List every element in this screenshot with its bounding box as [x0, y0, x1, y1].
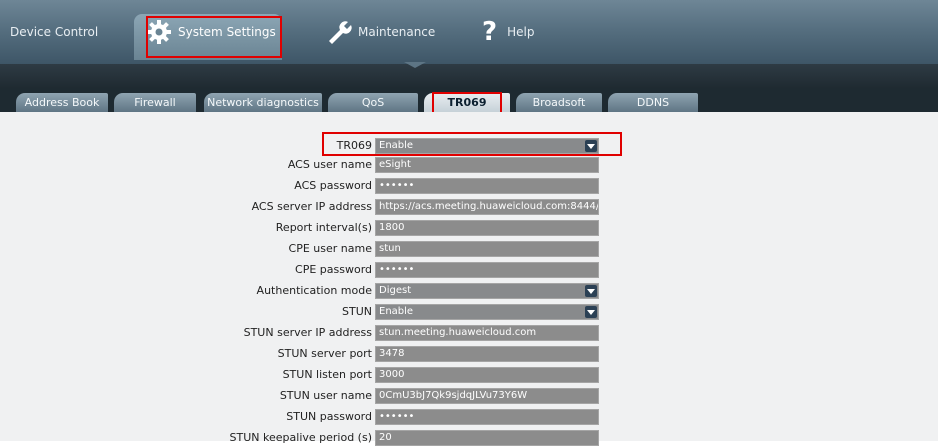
- chevron-down-icon: [585, 306, 597, 318]
- stun-password-label: STUN password: [286, 410, 372, 423]
- acs-user-name-input[interactable]: eSight: [375, 157, 599, 173]
- top-nav-bar: Device Control System Settings Maintenan…: [0, 0, 938, 64]
- stun-server-port-input[interactable]: 3478: [375, 346, 599, 362]
- wrench-icon: [329, 21, 352, 44]
- tab-ddns[interactable]: DDNS: [608, 93, 698, 112]
- report-interval-label: Report interval(s): [275, 221, 372, 234]
- tab-broadsoft[interactable]: Broadsoft: [516, 93, 602, 112]
- tab-network-diagnostics[interactable]: Network diagnostics: [204, 93, 322, 112]
- form-row-acs-password: ACS password ••••••: [0, 177, 938, 195]
- highlight-box-tr069-row: [322, 132, 622, 156]
- sub-nav-bar: [0, 62, 938, 88]
- stun-listen-port-label: STUN listen port: [282, 368, 372, 381]
- nav-maintenance-label: Maintenance: [358, 25, 436, 39]
- question-icon: ?: [482, 17, 498, 47]
- form-row-authentication-mode: Authentication mode Digest: [0, 282, 938, 300]
- form-row-cpe-password: CPE password ••••••: [0, 261, 938, 279]
- form-row-report-interval: Report interval(s) 1800: [0, 219, 938, 237]
- highlight-box-system-settings: [146, 16, 282, 58]
- stun-user-name-label: STUN user name: [279, 389, 372, 402]
- form-row-stun: STUN Enable: [0, 303, 938, 321]
- form-row-acs-user-name: ACS user name eSight: [0, 156, 938, 174]
- form-row-stun-server-ip: STUN server IP address stun.meeting.huaw…: [0, 324, 938, 342]
- stun-password-input[interactable]: ••••••: [375, 409, 599, 425]
- stun-server-port-label: STUN server port: [277, 347, 372, 360]
- stun-listen-port-input[interactable]: 3000: [375, 367, 599, 383]
- nav-help-label: Help: [507, 25, 535, 39]
- acs-password-input[interactable]: ••••••: [375, 178, 599, 194]
- stun-server-ip-input[interactable]: stun.meeting.huaweicloud.com: [375, 325, 599, 341]
- nav-maintenance[interactable]: Maintenance: [326, 0, 435, 64]
- form-row-stun-listen-port: STUN listen port 3000: [0, 366, 938, 384]
- cpe-user-name-label: CPE user name: [288, 242, 372, 255]
- tab-qos[interactable]: QoS: [328, 93, 418, 112]
- form-row-stun-user-name: STUN user name 0CmU3bJ7Qk9sjdqJLVu73Y6W: [0, 387, 938, 405]
- form-row-cpe-user-name: CPE user name stun: [0, 240, 938, 258]
- nav-device-control[interactable]: Device Control: [10, 0, 98, 64]
- authentication-mode-select[interactable]: Digest: [375, 283, 599, 299]
- acs-password-label: ACS password: [294, 179, 372, 192]
- stun-label: STUN: [342, 305, 372, 318]
- report-interval-input[interactable]: 1800: [375, 220, 599, 236]
- cpe-password-label: CPE password: [295, 263, 372, 276]
- stun-keepalive-period-label: STUN keepalive period (s): [229, 431, 372, 444]
- stun-select[interactable]: Enable: [375, 304, 599, 320]
- nav-help[interactable]: ? Help: [482, 0, 534, 64]
- acs-server-ip-input[interactable]: https://acs.meeting.huaweicloud.com:8444…: [375, 199, 599, 215]
- tab-firewall[interactable]: Firewall: [114, 93, 196, 112]
- stun-value: Enable: [379, 306, 414, 317]
- form-row-stun-server-port: STUN server port 3478: [0, 345, 938, 363]
- chevron-down-icon: [585, 285, 597, 297]
- active-indicator-notch: [404, 62, 426, 68]
- stun-keepalive-period-input[interactable]: 20: [375, 430, 599, 446]
- nav-device-control-label: Device Control: [10, 25, 99, 39]
- cpe-user-name-input[interactable]: stun: [375, 241, 599, 257]
- stun-user-name-input[interactable]: 0CmU3bJ7Qk9sjdqJLVu73Y6W: [375, 388, 599, 404]
- authentication-mode-label: Authentication mode: [256, 284, 372, 297]
- acs-server-ip-label: ACS server IP address: [251, 200, 372, 213]
- form-row-stun-keepalive-period: STUN keepalive period (s) 20: [0, 429, 938, 447]
- form-row-acs-server-ip: ACS server IP address https://acs.meetin…: [0, 198, 938, 216]
- acs-user-name-label: ACS user name: [287, 158, 372, 171]
- tr069-settings-form: TR069 Enable ACS user name eSight ACS pa…: [0, 112, 938, 446]
- form-row-stun-password: STUN password ••••••: [0, 408, 938, 426]
- cpe-password-input[interactable]: ••••••: [375, 262, 599, 278]
- tab-address-book[interactable]: Address Book: [16, 93, 108, 112]
- authentication-mode-value: Digest: [379, 285, 412, 296]
- stun-server-ip-label: STUN server IP address: [243, 326, 372, 339]
